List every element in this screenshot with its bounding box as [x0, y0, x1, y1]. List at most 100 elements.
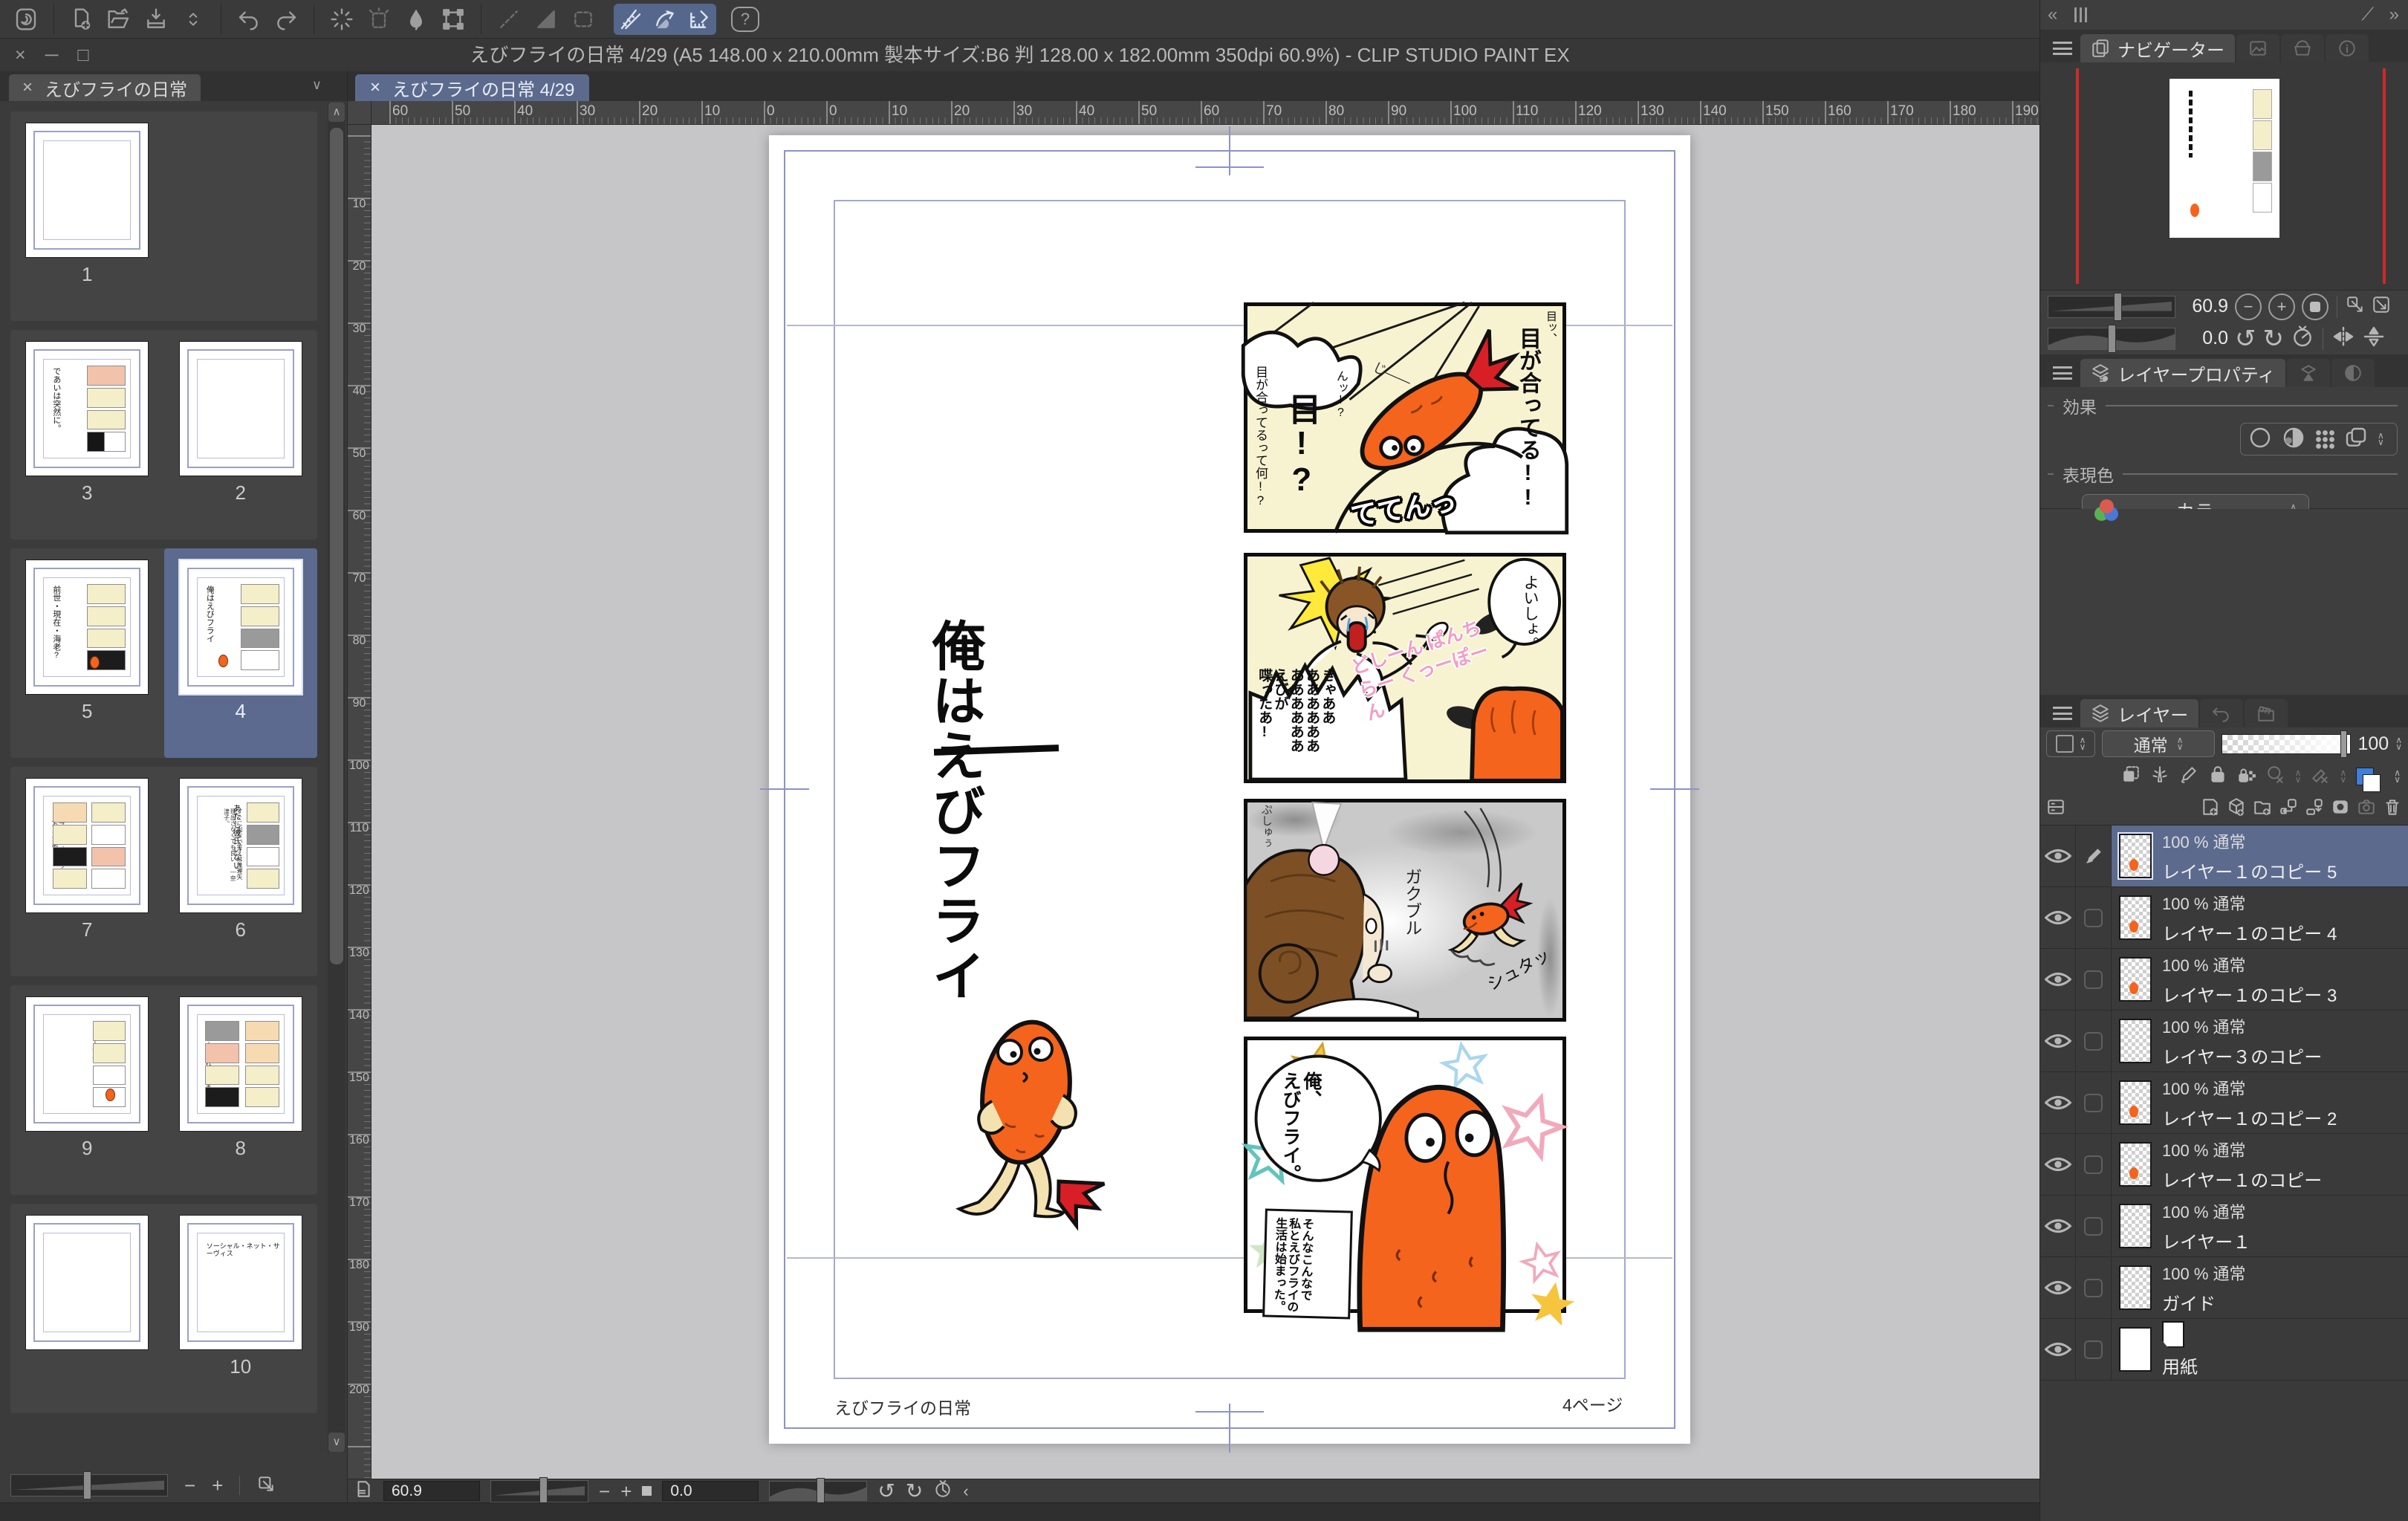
- panel-menu-icon[interactable]: [2046, 701, 2079, 726]
- fit-to-screen-icon[interactable]: [2346, 295, 2365, 318]
- window-close-icon[interactable]: ×: [15, 45, 26, 66]
- navigator-rotation-value[interactable]: 0.0: [2182, 328, 2228, 349]
- manga-page[interactable]: 俺はえびフライ: [769, 135, 1690, 1444]
- panel-menu-icon[interactable]: [2046, 36, 2079, 61]
- layer-name[interactable]: 用紙: [2162, 1352, 2198, 1378]
- page-thumbnail-3[interactable]: であいは突然に。 3: [10, 330, 164, 539]
- layer-name[interactable]: レイヤー１のコピー 5: [2162, 857, 2337, 883]
- canvas-viewport[interactable]: 俺はえびフライ: [371, 125, 2039, 1479]
- tab-tone-icon[interactable]: [2331, 359, 2375, 387]
- rotation-slider[interactable]: [769, 1481, 867, 1501]
- layer-row[interactable]: 100 % 通常レイヤー１のコピー: [2040, 1134, 2408, 1196]
- editing-target-checkbox[interactable]: [2076, 887, 2112, 948]
- layer-thumbnail[interactable]: [2119, 834, 2152, 878]
- layer-row[interactable]: 100 % 通常レイヤー１: [2040, 1196, 2408, 1257]
- new-file-icon[interactable]: [65, 4, 99, 35]
- tab-history-icon[interactable]: [2200, 699, 2243, 727]
- visibility-toggle[interactable]: [2040, 1011, 2076, 1071]
- rotate-cw-icon[interactable]: ↻: [2263, 326, 2285, 351]
- new-raster-layer-icon[interactable]: [2201, 797, 2220, 820]
- layer-thumbnail[interactable]: [2119, 1142, 2152, 1187]
- palette-color-button[interactable]: ∧∨: [2046, 730, 2095, 757]
- navigator-preview[interactable]: [2040, 62, 2408, 291]
- layer-name[interactable]: レイヤー３のコピー: [2162, 1042, 2322, 1068]
- visibility-toggle[interactable]: [2040, 1319, 2076, 1380]
- collapse-dock-icon[interactable]: «: [2048, 4, 2057, 25]
- halftone-dots-icon[interactable]: [2315, 429, 2334, 449]
- navigator-rotation-slider[interactable]: [2048, 328, 2175, 350]
- rotation-value-field[interactable]: 0.0: [662, 1481, 759, 1501]
- window-minimize-icon[interactable]: ─: [45, 45, 59, 66]
- page-thumbnail-9[interactable]: カロリーの鬼 9: [10, 985, 164, 1195]
- ruler-spinner-icon[interactable]: ∧∨: [2340, 770, 2346, 783]
- create-mask-icon[interactable]: [2331, 797, 2350, 820]
- reference-layer-icon[interactable]: [2150, 765, 2170, 788]
- layer-thumbnail[interactable]: [2119, 957, 2152, 1002]
- lock-transparent-pixels-icon[interactable]: [2237, 765, 2256, 788]
- layer-name[interactable]: レイヤー１のコピー 2: [2162, 1104, 2337, 1130]
- clear-icon[interactable]: [325, 4, 359, 35]
- ruler-range-icon-disabled[interactable]: [2311, 765, 2330, 788]
- editing-target-checkbox[interactable]: [2076, 1072, 2112, 1133]
- layer-thumbnail[interactable]: [2119, 1019, 2152, 1063]
- page-thumbnail-1[interactable]: 1: [10, 111, 164, 321]
- tab-timeline-icon[interactable]: [2245, 699, 2288, 727]
- save-options-spinner-icon[interactable]: [176, 4, 210, 35]
- editing-target-checkbox[interactable]: [2076, 1257, 2112, 1318]
- editing-target-pencil-icon[interactable]: [2076, 826, 2112, 886]
- navigator-zoom-slider[interactable]: [2048, 296, 2175, 318]
- page-thumbnail-2[interactable]: 2: [164, 330, 318, 539]
- rotate-ccw-icon[interactable]: ↺: [2235, 326, 2256, 351]
- open-file-icon[interactable]: [102, 4, 136, 35]
- tab-information-icon[interactable]: [2326, 34, 2369, 62]
- visibility-toggle[interactable]: [2040, 826, 2076, 886]
- editing-target-checkbox[interactable]: [2076, 949, 2112, 1010]
- tab-close-icon[interactable]: ×: [22, 77, 33, 98]
- visibility-toggle[interactable]: [2040, 887, 2076, 948]
- selection-tool-icon[interactable]: [566, 4, 600, 35]
- flip-horizontal-icon[interactable]: [2331, 325, 2355, 352]
- page-thumbnail-5[interactable]: 前世・現在・海老? 5: [10, 548, 164, 758]
- opacity-spinner-icon[interactable]: ∧∨: [2395, 737, 2402, 750]
- clip-studio-logo-icon[interactable]: [9, 4, 43, 35]
- layer-thumbnail[interactable]: [2119, 1265, 2152, 1310]
- layer-color-chip[interactable]: [2356, 768, 2374, 785]
- new-vector-layer-icon[interactable]: [2227, 797, 2246, 820]
- visibility-toggle[interactable]: [2040, 1257, 2076, 1318]
- effects-spinner-icon[interactable]: ∧∨: [2378, 432, 2384, 446]
- editing-target-checkbox[interactable]: [2076, 1134, 2112, 1195]
- lock-layer-icon[interactable]: [2208, 765, 2227, 788]
- snap-to-special-ruler-icon[interactable]: [648, 4, 682, 35]
- reset-rotation-icon[interactable]: [933, 1479, 953, 1502]
- page-thumbnail-6[interactable]: あたし彼氏いない。 すぐに出ない答えは無理矢理出さなくても良い ―奈津子。 6: [164, 767, 318, 976]
- collapse-statusbar-icon[interactable]: ‹: [963, 1483, 968, 1499]
- transform-icon[interactable]: [436, 4, 470, 35]
- layer-thumbnail[interactable]: [2119, 1080, 2152, 1125]
- merge-down-icon[interactable]: [2305, 797, 2324, 820]
- zoom-out-button[interactable]: −: [184, 1476, 195, 1495]
- snap-to-grid-icon[interactable]: [682, 4, 716, 35]
- panel-menu-icon[interactable]: [2046, 360, 2079, 386]
- nav-zoom-out-icon[interactable]: −: [2235, 294, 2262, 320]
- tab-subview-icon[interactable]: [2236, 34, 2279, 62]
- reset-rotation-icon[interactable]: [2291, 325, 2314, 352]
- border-effect-icon[interactable]: [2248, 426, 2272, 453]
- undo-icon[interactable]: [232, 4, 266, 35]
- save-file-icon[interactable]: [139, 4, 173, 35]
- zoom-out-button[interactable]: −: [599, 1482, 610, 1501]
- delete-layer-icon[interactable]: [2383, 797, 2402, 820]
- fit-to-window-icon[interactable]: [256, 1474, 276, 1497]
- tone-effect-icon[interactable]: [2282, 426, 2305, 453]
- help-icon[interactable]: ?: [731, 7, 759, 32]
- tab-layer[interactable]: レイヤー: [2080, 699, 2198, 727]
- zoom-in-button[interactable]: +: [212, 1476, 223, 1495]
- layer-row[interactable]: 100 % 通常レイヤー１のコピー 5: [2040, 826, 2408, 887]
- layer-row[interactable]: 100 % 通常レイヤー３のコピー: [2040, 1011, 2408, 1072]
- layer-thumbnail[interactable]: [2119, 1327, 2152, 1372]
- page-thumbnail-4-selected[interactable]: 俺はえびフライ 4: [164, 548, 318, 758]
- layer-row[interactable]: 100 % 通常レイヤー１のコピー 2: [2040, 1072, 2408, 1134]
- layer-name[interactable]: レイヤー１のコピー 3: [2162, 981, 2337, 1007]
- redo-icon[interactable]: [269, 4, 303, 35]
- layer-name[interactable]: ガイド: [2162, 1289, 2246, 1315]
- page-thumbnail-10[interactable]: ソーシャル・ネット・サーヴィス 10: [164, 1204, 318, 1413]
